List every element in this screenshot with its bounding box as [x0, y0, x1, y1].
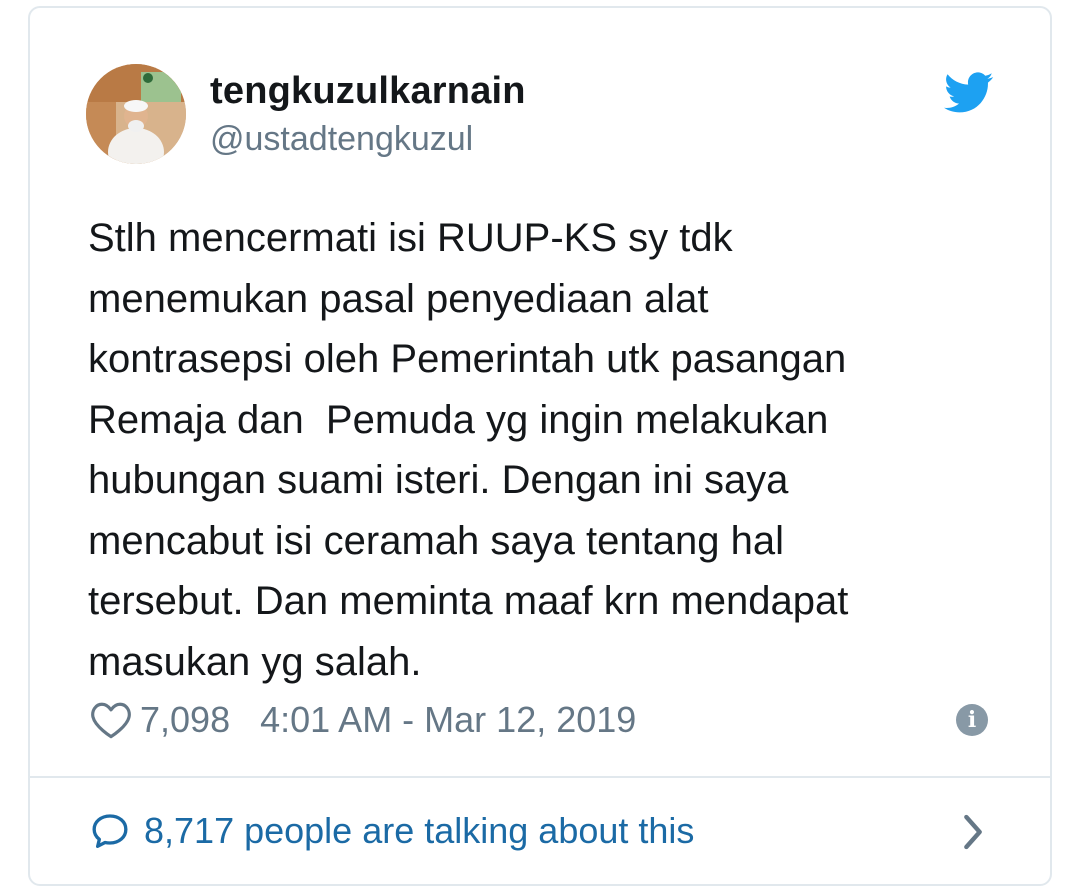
chevron-right-icon[interactable]	[960, 812, 986, 852]
heart-icon[interactable]	[90, 700, 132, 740]
user-handle[interactable]: @ustadtengkuzul	[210, 120, 473, 159]
avatar[interactable]	[86, 64, 186, 164]
divider	[30, 776, 1050, 778]
talking-text[interactable]: 8,717 people are talking about this	[144, 810, 694, 852]
info-icon[interactable]: i	[956, 704, 988, 736]
speech-bubble-icon	[92, 814, 128, 848]
tweet-timestamp[interactable]: 4:01 AM - Mar 12, 2019	[260, 699, 636, 741]
like-count[interactable]: 7,098	[140, 699, 230, 741]
tweet-meta: 7,098 4:01 AM - Mar 12, 2019	[90, 696, 636, 744]
twitter-bird-icon[interactable]	[944, 72, 994, 114]
tweet-card: tengkuzulkarnain @ustadtengkuzul Stlh me…	[28, 6, 1052, 886]
tweet-text: Stlh mencermati isi RUUP-KS sy tdk menem…	[88, 216, 849, 684]
display-name[interactable]: tengkuzulkarnain	[210, 70, 526, 113]
profile-photo-icon	[86, 64, 186, 164]
talking-link[interactable]: 8,717 people are talking about this	[90, 806, 694, 856]
